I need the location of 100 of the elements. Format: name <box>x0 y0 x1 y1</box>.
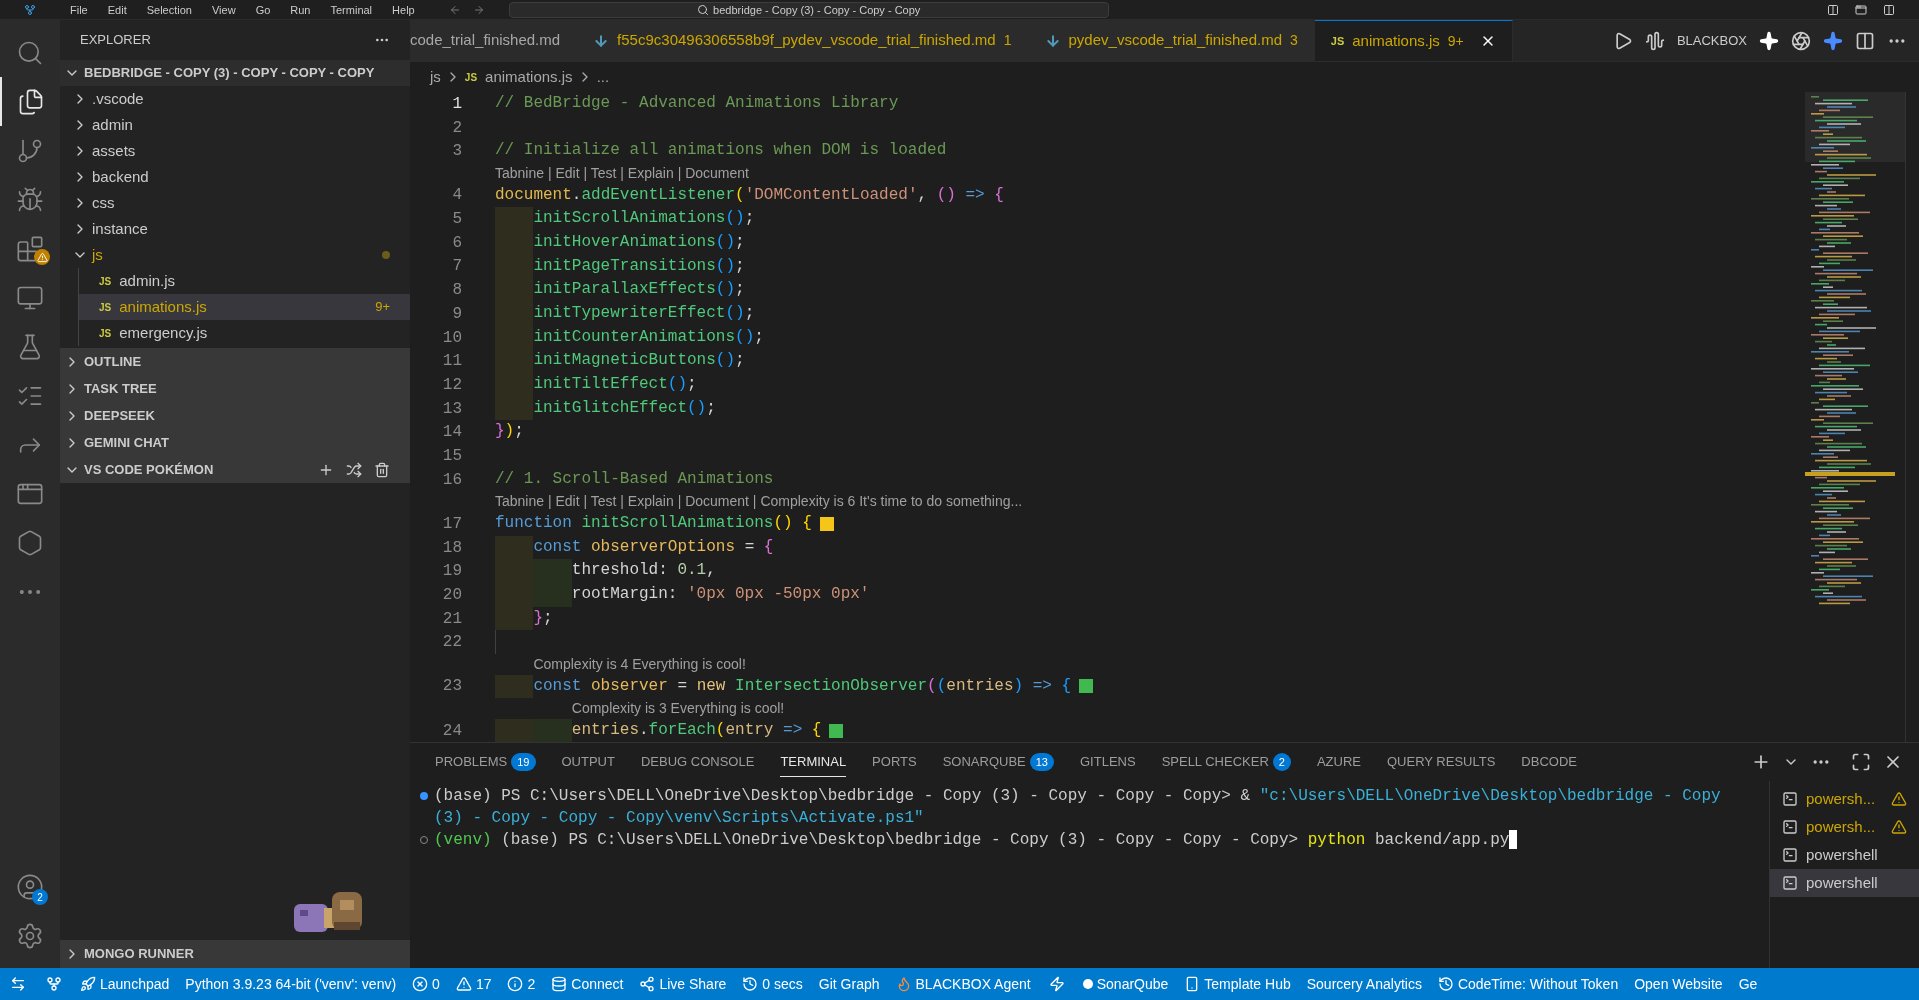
terminal-list-item[interactable]: powershell <box>1770 841 1919 869</box>
js-file-icon: JS <box>99 273 112 289</box>
status-item[interactable]: BLACKBOX Agent <box>887 968 1039 1000</box>
menu-item[interactable]: Edit <box>97 3 137 16</box>
file-row[interactable]: JS admin.js <box>79 268 410 294</box>
code-line: initTiltEffect(); <box>495 373 697 397</box>
panel-tab[interactable]: SONARQUBE 13 <box>942 747 1054 777</box>
lightning-icon[interactable] <box>1048 976 1065 992</box>
status-item[interactable]: Open Website <box>1626 968 1731 1000</box>
split-layout-icon[interactable] <box>1883 3 1895 16</box>
panel-tab[interactable]: OUTPUT <box>561 747 615 777</box>
maximize-icon[interactable] <box>1851 752 1871 772</box>
code-line: // Initialize all animations when DOM is loaded <box>495 140 947 162</box>
menu-item[interactable]: Help <box>382 3 425 16</box>
layout-icon[interactable] <box>1827 3 1839 16</box>
status-item[interactable]: 0 secs <box>734 968 811 1000</box>
panel-tab[interactable]: TERMINAL <box>780 747 847 777</box>
account-icon[interactable] <box>16 872 44 901</box>
status-item[interactable]: Ge <box>1730 968 1766 1000</box>
code-lens[interactable]: Tabnine | Edit | Test | Explain | Document <box>495 162 749 184</box>
line-number: 20 <box>441 584 462 606</box>
blackbox-button[interactable]: BLACKBOX <box>1676 30 1747 51</box>
breadcrumb-item[interactable]: js <box>430 65 441 89</box>
editor-tab[interactable]: JS animations.js 9+ <box>1314 20 1513 61</box>
status-item[interactable]: Launchpad <box>72 968 178 1000</box>
section-header[interactable]: VS CODE POKÉMON <box>60 456 410 483</box>
hexagon-icon[interactable] <box>16 528 44 557</box>
tab-label: code_trial_finished.md <box>410 30 561 51</box>
status-item[interactable]: Sourcery Analytics <box>1298 968 1430 1000</box>
file-row[interactable]: JS animations.js 9+ <box>79 294 410 320</box>
menu-item[interactable]: Selection <box>136 3 202 16</box>
code-line: initParallaxEffects(); <box>495 278 745 302</box>
git-graph-icon[interactable] <box>46 976 62 992</box>
code-lens[interactable]: Complexity is 3 Everything is cool! <box>571 698 785 720</box>
files-icon[interactable] <box>17 87 45 116</box>
editor-tab[interactable]: f55c9c30496306558b9f_pydev_vscode_trial_finished.md 1 <box>577 20 1029 61</box>
terminal-list-item[interactable]: powersh... <box>1770 813 1919 841</box>
extensions-icon[interactable] <box>16 234 44 263</box>
remote-icon[interactable] <box>10 976 26 992</box>
folder-row[interactable]: instance <box>60 216 410 242</box>
menu-item[interactable]: Go <box>245 3 281 16</box>
code-lens[interactable]: Tabnine | Edit | Test | Explain | Document | Complexity is 6 It's time to do something... <box>495 491 1023 513</box>
menu-item[interactable]: Terminal <box>320 3 383 16</box>
panel-tab[interactable]: PORTS <box>872 747 917 777</box>
folder-row[interactable]: css <box>60 190 410 216</box>
line-number: 8 <box>451 280 462 302</box>
menu-item[interactable]: Run <box>280 3 321 16</box>
folder-row[interactable]: assets <box>60 138 410 164</box>
status-item[interactable]: Git Graph <box>810 968 888 1000</box>
folder-row[interactable]: backend <box>60 164 410 190</box>
bug-icon[interactable] <box>16 185 44 214</box>
command-center[interactable]: bedbridge - Copy (3) - Copy - Copy - Copy <box>508 1 1109 18</box>
history-icon <box>1437 976 1454 992</box>
section-header[interactable]: OUTLINE <box>60 348 410 375</box>
terminal-name: powersh... <box>1806 816 1876 837</box>
section-header[interactable]: GEMINI CHAT <box>60 429 410 456</box>
sparkle-icon[interactable] <box>1759 30 1779 51</box>
section-header[interactable]: DEEPSEEK <box>60 402 410 429</box>
status-item[interactable]: CodeTime: Without Token <box>1429 968 1627 1000</box>
section-header[interactable]: MONGO RUNNER <box>60 940 410 968</box>
root-folder-row[interactable]: BEDBRIDGE - COPY (3) - COPY - COPY - COPY <box>60 60 410 86</box>
panel-tab[interactable]: DBCODE <box>1521 747 1577 777</box>
status-item[interactable]: Live Share <box>631 968 735 1000</box>
trash-icon[interactable] <box>374 461 390 478</box>
code-lens[interactable]: Complexity is 4 Everything is cool! <box>533 653 746 675</box>
split-editor-icon[interactable] <box>1855 30 1875 51</box>
status-item[interactable]: Connect <box>543 968 632 1000</box>
section-header[interactable]: TASK TREE <box>60 375 410 402</box>
folder-row[interactable]: admin <box>60 112 410 138</box>
breadcrumb-item[interactable]: animations.js <box>485 65 573 89</box>
section-label: VS CODE POKÉMON <box>84 460 214 479</box>
status-item[interactable]: 17 <box>447 968 500 1000</box>
star-icon[interactable] <box>1823 30 1843 51</box>
folder-row[interactable]: js <box>60 242 410 268</box>
menu-item[interactable]: File <box>60 3 98 16</box>
panel-tab[interactable]: QUERY RESULTS <box>1387 747 1496 777</box>
terminal-list-item[interactable]: powershell <box>1770 869 1919 897</box>
shuffle-icon[interactable] <box>346 461 362 478</box>
code-line: document.addEventListener('DOMContentLoaded', () => { <box>495 184 1004 206</box>
status-item[interactable]: 2 <box>499 968 544 1000</box>
file-row[interactable]: JS emergency.js <box>79 320 410 346</box>
aperture-icon[interactable] <box>1791 30 1811 51</box>
panel-tab[interactable]: AZURE <box>1316 747 1361 777</box>
status-item[interactable]: 0 <box>404 968 448 1000</box>
waveform-icon[interactable] <box>1644 30 1665 51</box>
terminal-list-item[interactable]: powersh... <box>1770 785 1919 813</box>
panel-tab[interactable]: SPELL CHECKER 2 <box>1161 747 1291 777</box>
folder-row[interactable]: .vscode <box>60 86 410 112</box>
editor-tab[interactable]: code_trial_finished.md <box>410 20 578 61</box>
menu-item[interactable]: View <box>201 3 246 16</box>
breadcrumb-item[interactable]: ... <box>596 65 610 89</box>
panel-tab[interactable]: GITLENS <box>1080 747 1136 777</box>
editor-tab[interactable]: pydev_vscode_trial_finished.md 3 <box>1028 20 1315 61</box>
settings-icon[interactable] <box>16 921 44 950</box>
status-item[interactable]: SonarQube <box>1074 968 1177 1000</box>
panel-tab[interactable]: DEBUG CONSOLE <box>640 747 755 777</box>
status-item[interactable]: Python 3.9.23 64-bit ('venv': venv) <box>177 968 405 1000</box>
status-item[interactable]: Template Hub <box>1176 968 1299 1000</box>
panel-layout-icon[interactable] <box>1855 3 1867 16</box>
panel-tab[interactable]: PROBLEMS 19 <box>435 747 536 777</box>
